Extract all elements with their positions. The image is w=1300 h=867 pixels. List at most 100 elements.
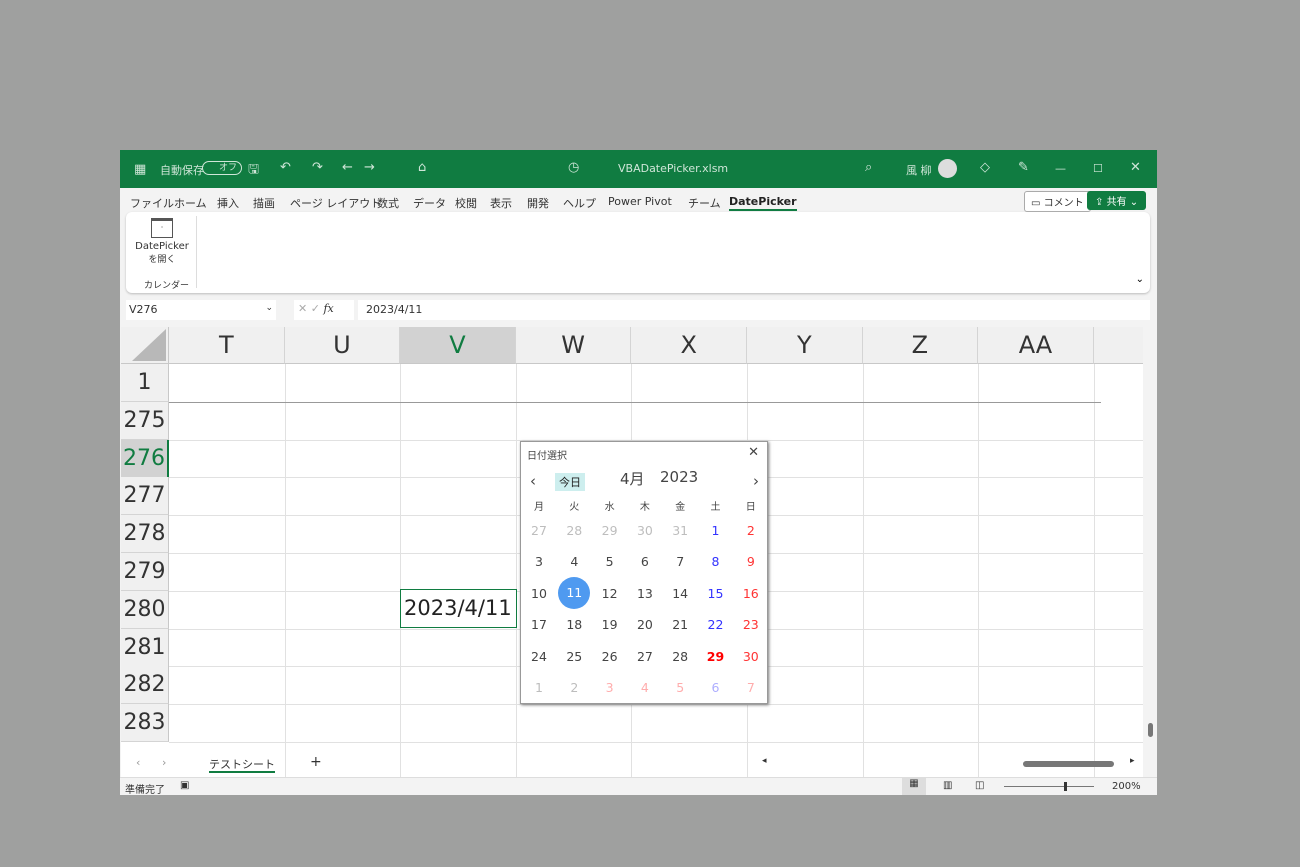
avatar[interactable] (938, 159, 957, 178)
row-header-279[interactable]: 279 (121, 553, 169, 591)
scroll-thumb[interactable] (1148, 723, 1153, 737)
calendar-day[interactable]: 6 (628, 554, 662, 569)
share-button[interactable]: ⇪ 共有 ⌄ (1087, 191, 1147, 210)
calendar-day[interactable]: 27 (522, 523, 556, 538)
vertical-scrollbar[interactable] (1144, 327, 1157, 750)
calendar-day[interactable]: 2 (734, 523, 768, 538)
tab-0[interactable]: ファイル (130, 195, 174, 211)
calendar-day[interactable]: 4 (628, 680, 662, 695)
accessibility-icon[interactable]: ▣ (180, 780, 189, 791)
calendar-day[interactable]: 1 (699, 523, 733, 538)
row-header-276[interactable]: 276 (121, 439, 169, 478)
calendar-day[interactable]: 29 (699, 649, 733, 664)
calendar-day[interactable]: 16 (734, 586, 768, 601)
calendar-day[interactable]: 21 (663, 617, 697, 632)
fx-icon[interactable]: fx (323, 302, 333, 315)
zoom-slider[interactable] (1004, 782, 1094, 791)
sheet-tab[interactable]: テストシート (208, 750, 276, 774)
column-header-Y[interactable]: Y (747, 327, 863, 364)
calendar-day[interactable]: 5 (593, 554, 627, 569)
pen-icon[interactable]: ✎ (1018, 160, 1029, 175)
calendar-day[interactable]: 8 (699, 554, 733, 569)
tab-2[interactable]: 挿入 (217, 195, 239, 211)
forward-icon[interactable]: → (364, 160, 375, 175)
diamond-icon[interactable]: ◇ (980, 160, 990, 175)
calendar-day[interactable]: 30 (734, 649, 768, 664)
calendar-day[interactable]: 18 (557, 617, 591, 632)
save-icon[interactable]: 🖫 (248, 160, 259, 182)
column-header-W[interactable]: W (515, 327, 632, 364)
row-header-283[interactable]: 283 (121, 704, 169, 743)
row-header-277[interactable]: 277 (121, 477, 169, 516)
enter-icon[interactable]: ✓ (311, 302, 320, 315)
h-scroll-left-icon[interactable]: ◂ (762, 756, 767, 766)
calendar-day[interactable]: 25 (557, 649, 591, 664)
calendar-day[interactable]: 20 (628, 617, 662, 632)
calendar-day[interactable]: 1 (522, 680, 556, 695)
close-icon[interactable]: ✕ (1130, 160, 1141, 175)
tab-12[interactable]: チーム (688, 195, 721, 211)
tab-10[interactable]: ヘルプ (563, 195, 596, 211)
search-icon[interactable]: ⌕ (865, 160, 872, 175)
column-header-Z[interactable]: Z (862, 327, 979, 364)
next-month-icon[interactable]: › (753, 472, 759, 490)
tab-8[interactable]: 表示 (490, 195, 512, 211)
close-icon[interactable]: ✕ (748, 445, 759, 460)
minimize-icon[interactable]: — (1055, 162, 1066, 175)
calendar-day[interactable]: 5 (663, 680, 697, 695)
h-scroll-right-icon[interactable]: ▸ (1130, 756, 1135, 766)
home-icon[interactable]: ⌂ (418, 160, 426, 175)
calendar-day[interactable]: 31 (663, 523, 697, 538)
calendar-day[interactable]: 4 (557, 554, 591, 569)
maximize-icon[interactable]: ☐ (1093, 162, 1103, 175)
tab-6[interactable]: データ (413, 195, 446, 211)
tab-1[interactable]: ホーム (174, 195, 207, 211)
calendar-day[interactable]: 17 (522, 617, 556, 632)
row-header-282[interactable]: 282 (121, 666, 169, 705)
calendar-day[interactable]: 11 (558, 576, 591, 609)
calendar-day[interactable]: 7 (734, 680, 768, 695)
undo-icon[interactable]: ↶ (280, 160, 291, 175)
prev-sheet-icon[interactable]: ‹ (136, 756, 140, 769)
comment-button[interactable]: ▭ コメント (1024, 191, 1091, 212)
column-header-U[interactable]: U (284, 327, 401, 364)
filename[interactable]: VBADatePicker.xlsm (618, 162, 728, 175)
calendar-day[interactable]: 22 (699, 617, 733, 632)
calendar-day[interactable]: 27 (628, 649, 662, 664)
calendar-day[interactable]: 19 (593, 617, 627, 632)
row-header-275[interactable]: 275 (121, 401, 169, 440)
column-header-V[interactable]: V (400, 327, 516, 364)
calendar-day[interactable]: 23 (734, 617, 768, 632)
column-header-AA[interactable]: AA (978, 327, 1094, 364)
calendar-day[interactable]: 30 (628, 523, 662, 538)
calendar-day[interactable]: 7 (663, 554, 697, 569)
row-header-281[interactable]: 281 (121, 628, 169, 667)
horizontal-scroll-thumb[interactable] (1023, 761, 1114, 767)
name-box[interactable]: V276 ⌄ (126, 300, 276, 320)
active-cell[interactable]: 2023/4/11 (400, 589, 517, 628)
calendar-day[interactable]: 28 (557, 523, 591, 538)
calendar-day[interactable]: 14 (663, 586, 697, 601)
column-header-A[interactable]: A (1093, 327, 1143, 364)
row-header-278[interactable]: 278 (121, 515, 169, 554)
column-header-X[interactable]: X (631, 327, 747, 364)
calendar-day[interactable]: 15 (699, 586, 733, 601)
today-button[interactable]: 今日 (555, 473, 585, 491)
add-sheet-button[interactable]: + (310, 754, 322, 770)
row-header-1[interactable]: 1 (121, 364, 169, 402)
calendar-day[interactable]: 24 (522, 649, 556, 664)
back-icon[interactable]: ← (342, 160, 353, 175)
zoom-level[interactable]: 200% (1112, 781, 1141, 792)
tab-7[interactable]: 校閲 (455, 195, 477, 211)
calendar-day[interactable]: 3 (522, 554, 556, 569)
open-datepicker-button[interactable]: · DatePicker を開く (132, 218, 192, 265)
calendar-day[interactable]: 26 (593, 649, 627, 664)
tab-11[interactable]: Power Pivot (608, 195, 672, 208)
tab-4[interactable]: ページ レイアウト (290, 195, 381, 211)
tab-9[interactable]: 開発 (527, 195, 549, 211)
cancel-icon[interactable]: ✕ (298, 302, 307, 315)
clock-icon[interactable]: ◷ (568, 160, 579, 175)
normal-view-icon[interactable]: ▦ (902, 778, 926, 795)
autosave-toggle[interactable]: オフ (202, 161, 243, 175)
calendar-day[interactable]: 3 (593, 680, 627, 695)
